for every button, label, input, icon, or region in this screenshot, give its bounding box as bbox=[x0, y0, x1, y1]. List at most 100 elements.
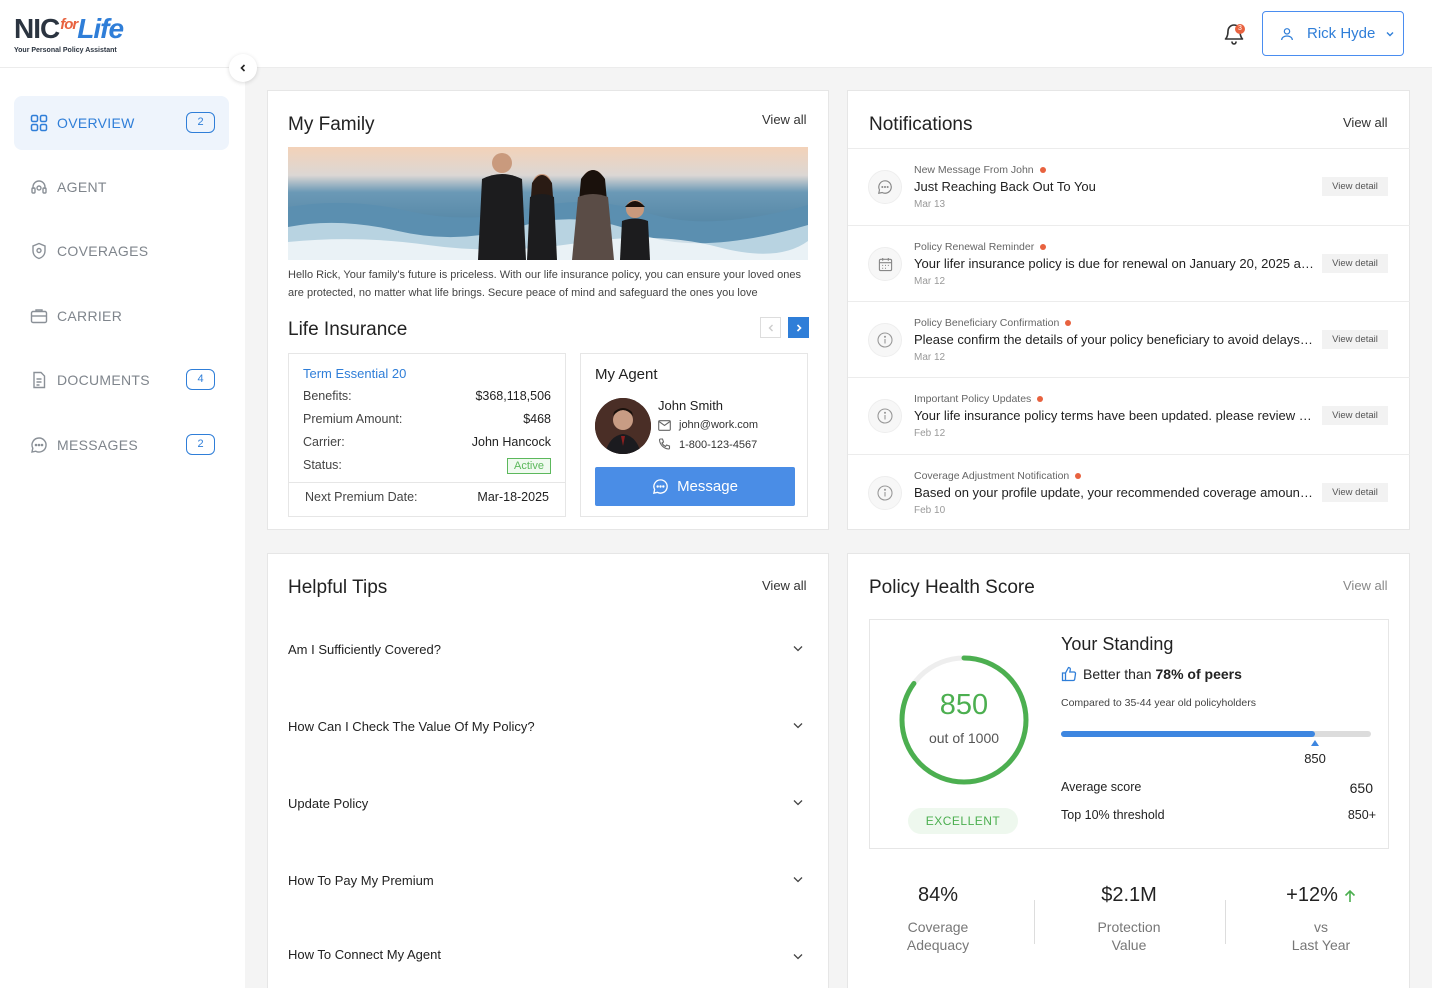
stat-value: $2.1M bbox=[1101, 884, 1157, 906]
notification-item[interactable]: Policy Renewal Reminder Your lifer insur… bbox=[848, 225, 1410, 302]
policy-premium-row: Premium Amount: $468 bbox=[303, 412, 551, 426]
chat-icon bbox=[31, 437, 47, 453]
stat-label-line1: Coverage bbox=[907, 919, 969, 935]
comparison-note: Compared to 35-44 year old policyholders bbox=[1061, 697, 1256, 709]
sidebar-item-documents[interactable]: DOCUMENTS 4 bbox=[14, 353, 229, 407]
sidebar-item-coverages[interactable]: COVERAGES bbox=[14, 224, 229, 278]
family-view-all-link[interactable]: View all bbox=[762, 112, 807, 127]
notification-date: Mar 13 bbox=[914, 199, 946, 210]
top-header: NICforLife Your Personal Policy Assistan… bbox=[0, 0, 1432, 68]
stat-label-line1: vs bbox=[1314, 919, 1328, 935]
my-agent-title: My Agent bbox=[595, 366, 658, 383]
score-marker-value: 850 bbox=[1304, 751, 1326, 766]
sidebar-item-label: MESSAGES bbox=[57, 437, 138, 453]
shield-icon bbox=[32, 242, 46, 260]
notification-text: Please confirm the details of your polic… bbox=[914, 332, 1314, 347]
policy-status-row: Status: Active bbox=[303, 458, 551, 474]
chevron-right-icon bbox=[796, 323, 802, 332]
notification-date: Mar 12 bbox=[914, 276, 946, 287]
divider bbox=[289, 482, 565, 483]
score-bar-fill bbox=[1061, 731, 1316, 737]
agent-phone-row[interactable]: 1-800-123-4567 bbox=[658, 438, 757, 451]
notification-subject: Coverage Adjustment Notification bbox=[914, 470, 1082, 482]
score-bar bbox=[1061, 731, 1371, 737]
stat-label-line2: Value bbox=[1111, 937, 1147, 953]
view-detail-button[interactable]: View detail bbox=[1322, 177, 1388, 196]
helpful-tips-card: Helpful Tips View all Am I Sufficiently … bbox=[267, 553, 829, 988]
unread-dot bbox=[1075, 473, 1082, 479]
agent-avatar bbox=[595, 398, 651, 454]
agent-email-row[interactable]: john@work.com bbox=[658, 419, 758, 431]
agent-phone: 1-800-123-4567 bbox=[679, 438, 758, 451]
chevron-down-icon bbox=[793, 877, 803, 883]
notification-text: Your life insurance policy terms have be… bbox=[914, 408, 1314, 423]
view-detail-button[interactable]: View detail bbox=[1322, 483, 1388, 502]
health-view-all-link[interactable]: View all bbox=[1343, 578, 1388, 593]
calendar-icon bbox=[868, 247, 902, 281]
policy-prev-button[interactable] bbox=[760, 317, 781, 338]
score-rating-badge: EXCELLENT bbox=[908, 808, 1018, 834]
sidebar-item-label: CARRIER bbox=[57, 308, 123, 324]
average-value: 650 bbox=[1349, 780, 1373, 796]
notification-date: Feb 10 bbox=[914, 505, 946, 516]
sidebar-item-label: AGENT bbox=[57, 179, 107, 195]
notification-item[interactable]: Coverage Adjustment Notification Based o… bbox=[848, 454, 1410, 531]
chat-icon bbox=[868, 170, 902, 204]
average-score-row: Average score 650 bbox=[1061, 780, 1373, 796]
sidebar-item-agent[interactable]: AGENT bbox=[14, 160, 229, 214]
view-detail-button[interactable]: View detail bbox=[1322, 254, 1388, 273]
notifications-title: Notifications bbox=[869, 114, 973, 135]
sidebar-item-overview[interactable]: OVERVIEW 2 bbox=[14, 96, 229, 150]
tip-item[interactable]: How Can I Check The Value Of My Policy? bbox=[288, 719, 808, 734]
family-greeting-text: Hello Rick, Your family's future is pric… bbox=[288, 269, 802, 299]
view-detail-button[interactable]: View detail bbox=[1322, 330, 1388, 349]
sidebar: OVERVIEW 2 AGENT COVERAGES CARRIER DOCUM… bbox=[0, 68, 245, 988]
unread-dot bbox=[1037, 396, 1044, 402]
tip-item[interactable]: Update Policy bbox=[288, 796, 808, 811]
policy-next-button[interactable] bbox=[788, 317, 809, 338]
tip-item[interactable]: Am I Sufficiently Covered? bbox=[288, 642, 808, 657]
average-label: Average score bbox=[1061, 780, 1142, 794]
chevron-left-icon bbox=[768, 324, 773, 331]
status-label: Status: bbox=[303, 458, 342, 472]
sidebar-item-carrier[interactable]: CARRIER bbox=[14, 289, 229, 343]
policy-health-title: Policy Health Score bbox=[869, 577, 1035, 598]
brand-logo[interactable]: NICforLife Your Personal Policy Assistan… bbox=[14, 14, 124, 55]
divider bbox=[1034, 900, 1035, 944]
top-threshold-value: 850+ bbox=[1347, 808, 1376, 822]
notification-date: Mar 12 bbox=[914, 352, 946, 363]
notification-item[interactable]: New Message From John Just Reaching Back… bbox=[848, 148, 1410, 225]
notification-item[interactable]: Important Policy Updates Your life insur… bbox=[848, 377, 1410, 454]
stat-label-line2: Last Year bbox=[1291, 937, 1351, 953]
sidebar-item-messages[interactable]: MESSAGES 2 bbox=[14, 418, 229, 472]
tip-item[interactable]: How To Pay My Premium bbox=[288, 873, 808, 888]
stat-vs-last-year: +12% vs Last Year bbox=[1251, 884, 1391, 954]
your-standing-panel: 850 out of 1000 EXCELLENT Your Standing … bbox=[869, 619, 1389, 849]
view-detail-button[interactable]: View detail bbox=[1322, 406, 1388, 425]
stat-label-line1: Protection bbox=[1097, 919, 1161, 935]
message-agent-button[interactable]: Message bbox=[595, 467, 795, 506]
my-family-card: My Family View all Hello Rick, Your fami… bbox=[267, 90, 829, 530]
briefcase-icon bbox=[30, 309, 48, 324]
notification-item[interactable]: Policy Beneficiary Confirmation Please c… bbox=[848, 301, 1410, 378]
sidebar-collapse-button[interactable] bbox=[229, 54, 257, 82]
arrow-up-icon bbox=[1344, 889, 1355, 902]
user-menu-button[interactable]: Rick Hyde bbox=[1262, 11, 1404, 56]
top-threshold-row: Top 10% threshold 850+ bbox=[1061, 808, 1376, 822]
policy-summary[interactable]: Term Essential 20 Benefits: $368,118,506 … bbox=[288, 353, 566, 517]
notification-date: Feb 12 bbox=[914, 428, 946, 439]
chevron-down-icon bbox=[1386, 31, 1394, 36]
documents-count-badge: 4 bbox=[186, 369, 215, 390]
notifications-card: Notifications View all New Message From … bbox=[847, 90, 1410, 530]
health-score-value: 850 bbox=[939, 689, 989, 721]
tip-item[interactable]: How To Connect My Agent bbox=[288, 947, 808, 962]
notifications-view-all-link[interactable]: View all bbox=[1343, 115, 1388, 130]
headset-icon bbox=[31, 180, 47, 194]
better-prefix: Better than bbox=[1083, 666, 1152, 682]
top-threshold-label: Top 10% threshold bbox=[1061, 808, 1165, 822]
stat-protection-value: $2.1M Protection Value bbox=[1059, 884, 1199, 954]
policy-name[interactable]: Term Essential 20 bbox=[303, 366, 406, 381]
phone-icon bbox=[658, 438, 671, 450]
tips-view-all-link[interactable]: View all bbox=[762, 578, 807, 593]
chevron-down-icon bbox=[793, 723, 803, 729]
